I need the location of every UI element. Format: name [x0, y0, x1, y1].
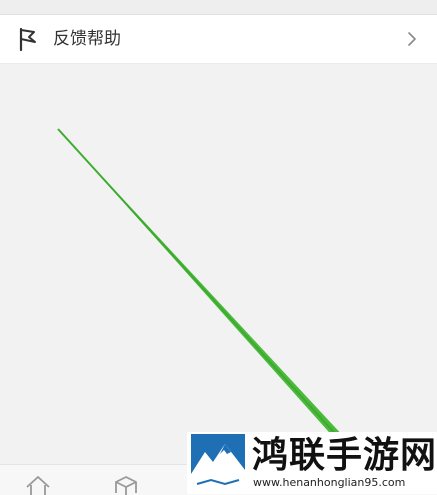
watermark-title: 鸿联手游网: [252, 434, 437, 476]
mountain-logo-icon: [191, 434, 245, 490]
swipe-gesture-stroke: [57, 128, 345, 440]
feedback-help-row[interactable]: 反馈帮助: [0, 15, 437, 64]
site-watermark: 鸿联手游网 www.henanhonglian95.com: [187, 432, 437, 494]
flag-icon: [19, 27, 36, 52]
feedback-help-label: 反馈帮助: [53, 29, 121, 49]
home-icon[interactable]: [24, 473, 52, 495]
top-status-strip: [0, 0, 437, 15]
watermark-url: www.henanhonglian95.com: [253, 476, 406, 489]
box-icon[interactable]: [112, 473, 140, 495]
chevron-right-icon: [408, 32, 416, 46]
